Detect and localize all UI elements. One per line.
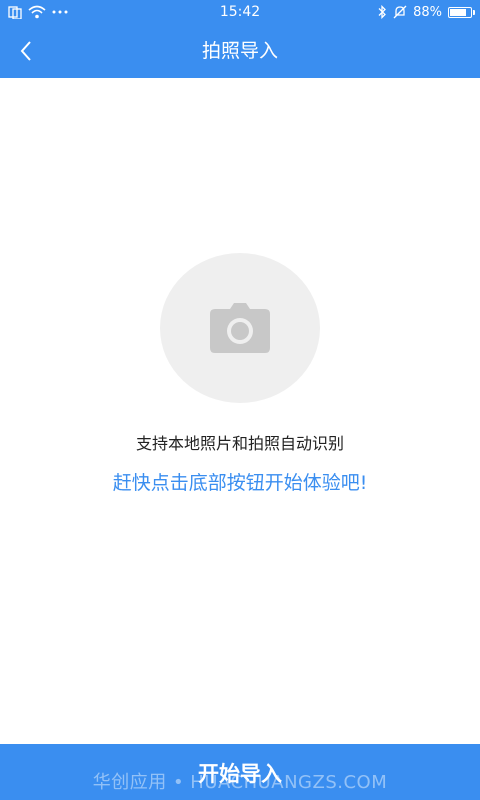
bluetooth-icon bbox=[378, 5, 387, 19]
photo-placeholder bbox=[160, 253, 320, 403]
camera-icon bbox=[210, 303, 270, 353]
page-title: 拍照导入 bbox=[201, 40, 278, 62]
battery-icon bbox=[448, 6, 475, 18]
start-import-button[interactable]: 开始导入 华创应用 • HUACHUANGZS.COM bbox=[0, 744, 480, 800]
watermark-text: 华创应用 • HUACHUANGZS.COM bbox=[92, 772, 388, 793]
hint-secondary: 赶快点击底部按钮开始体验吧! bbox=[112, 472, 368, 494]
battery-percent: 88% bbox=[413, 4, 442, 20]
mute-bell-icon bbox=[393, 5, 407, 19]
hint-primary: 支持本地照片和拍照自动识别 bbox=[135, 434, 344, 453]
status-bar: 15:42 88% bbox=[0, 0, 480, 24]
status-right-icons: 88% bbox=[377, 0, 475, 24]
nav-bar: 拍照导入 bbox=[0, 24, 480, 78]
battery-level-fill bbox=[450, 8, 466, 16]
